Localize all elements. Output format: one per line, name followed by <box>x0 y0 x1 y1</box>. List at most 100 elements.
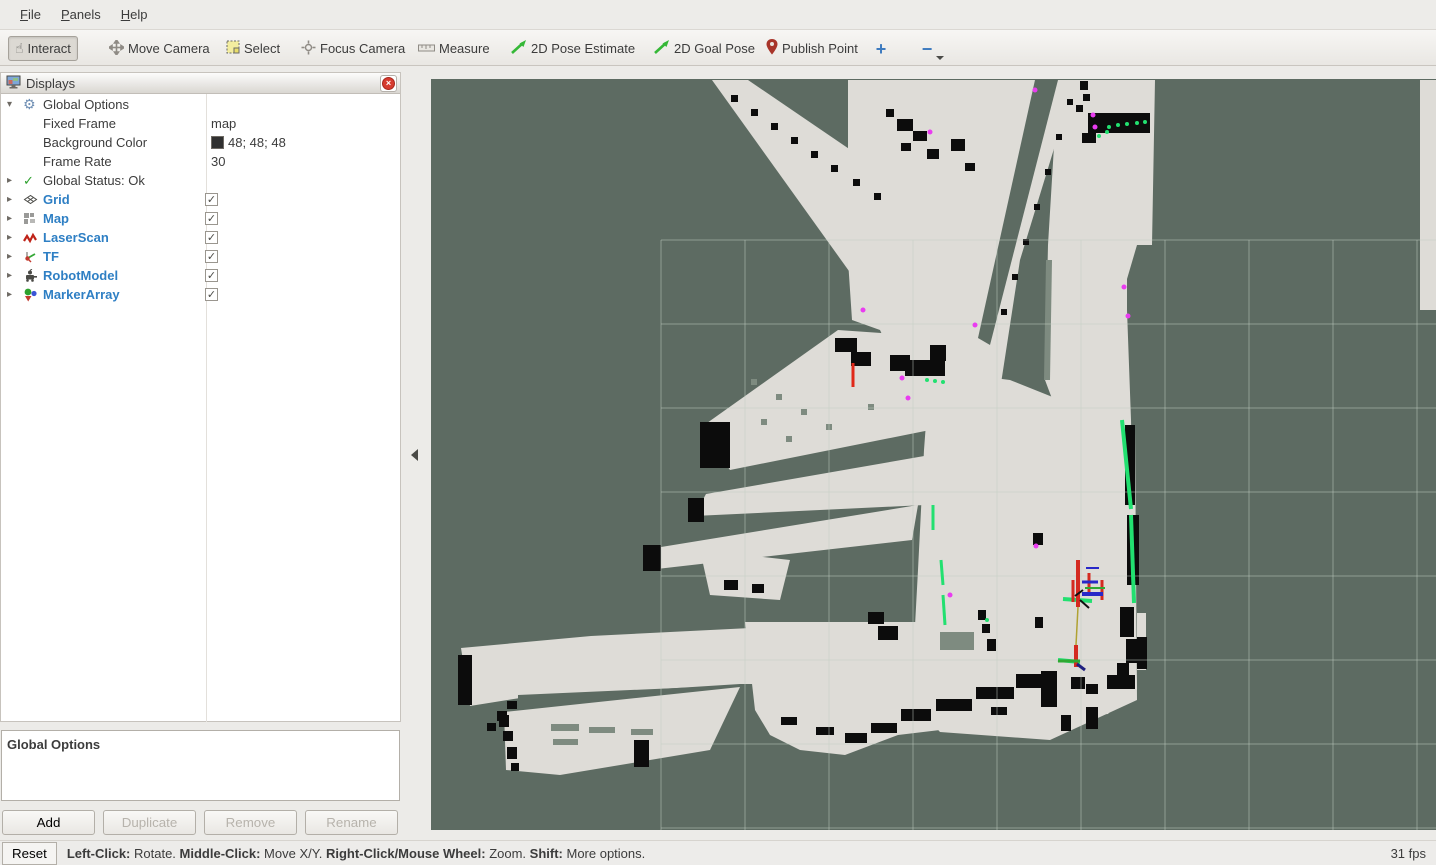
tree-row-frame-rate[interactable]: Frame Rate 30 <box>1 152 400 171</box>
status-bar: Reset Left-Click: Rotate. Middle-Click: … <box>0 840 1436 865</box>
close-icon: × <box>382 77 395 90</box>
tool-interact[interactable]: ☝ Interact <box>8 36 78 61</box>
tf-display-icon <box>23 249 39 264</box>
tool-focus-camera[interactable]: Focus Camera <box>295 36 411 61</box>
tool-publish-point[interactable]: Publish Point <box>760 36 864 61</box>
property-name: Fixed Frame <box>43 116 116 131</box>
panel-button-row: Add Duplicate Remove Rename <box>0 810 401 837</box>
remove-button[interactable]: Remove <box>204 810 297 835</box>
add-tool-button[interactable]: + <box>868 38 894 60</box>
tool-2d-pose-estimate[interactable]: 2D Pose Estimate <box>505 36 641 61</box>
mouse-hints: Left-Click: Rotate. Middle-Click: Move X… <box>67 846 645 861</box>
expand-arrow-icon[interactable]: ▸ <box>7 213 19 224</box>
background-color-swatch[interactable] <box>211 136 224 149</box>
minus-icon: − <box>922 39 933 60</box>
tree-row-laserscan[interactable]: ▸ LaserScan ✓ <box>1 228 400 247</box>
monitor-icon <box>6 75 21 92</box>
tool-move-camera[interactable]: Move Camera <box>103 36 216 61</box>
tree-row-tf[interactable]: ▸ TF ✓ <box>1 247 400 266</box>
display-name: MarkerArray <box>43 287 120 302</box>
tree-row-markerarray[interactable]: ▸ MarkerArray ✓ <box>1 285 400 304</box>
close-button[interactable]: × <box>380 75 397 92</box>
property-name: Frame Rate <box>43 154 112 169</box>
selection-description-box: Global Options <box>1 730 400 801</box>
frame-rate-value[interactable]: 30 <box>211 154 225 169</box>
displays-panel: Displays × ▾ ⚙ Global Options Fixed Fram… <box>0 72 401 722</box>
displays-tree: ▾ ⚙ Global Options Fixed Frame map Backg… <box>1 95 400 304</box>
tool-label: Move Camera <box>128 41 210 56</box>
tree-row-robotmodel[interactable]: ▸ RobotModel ✓ <box>1 266 400 285</box>
display-name: RobotModel <box>43 268 118 283</box>
gear-icon: ⚙ <box>23 97 39 112</box>
tree-row-fixed-frame[interactable]: Fixed Frame map <box>1 114 400 133</box>
display-name: Grid <box>43 192 70 207</box>
markerarray-display-icon <box>23 287 39 302</box>
display-name: LaserScan <box>43 230 109 245</box>
move-arrows-icon <box>109 40 124 58</box>
menu-bar: File Panels Help <box>0 0 1436 30</box>
plus-icon: + <box>876 39 887 60</box>
fps-counter: 31 fps <box>1391 846 1426 861</box>
robotmodel-checkbox[interactable]: ✓ <box>205 269 218 282</box>
green-arrow-icon <box>654 40 670 57</box>
tool-label: 2D Goal Pose <box>674 41 755 56</box>
expand-arrow-icon[interactable]: ▸ <box>7 289 19 300</box>
tree-row-global-status[interactable]: ▸ ✓ Global Status: Ok <box>1 171 400 190</box>
duplicate-button[interactable]: Duplicate <box>103 810 196 835</box>
toolbar: ☝ Interact Move Camera Select Focus Came… <box>0 30 1436 66</box>
tool-select[interactable]: Select <box>220 36 286 61</box>
render-view-svg <box>431 79 1436 830</box>
expand-arrow-icon[interactable]: ▸ <box>7 251 19 262</box>
grid-checkbox[interactable]: ✓ <box>205 193 218 206</box>
add-button[interactable]: Add <box>2 810 95 835</box>
splitter-collapse-icon[interactable] <box>411 449 418 461</box>
grid-display-icon <box>23 192 39 207</box>
tf-checkbox[interactable]: ✓ <box>205 250 218 263</box>
tool-label: Select <box>244 41 280 56</box>
selection-box-icon <box>226 40 240 57</box>
tree-row-grid[interactable]: ▸ Grid ✓ <box>1 190 400 209</box>
expand-arrow-icon[interactable]: ▸ <box>7 232 19 243</box>
expand-arrow-icon[interactable]: ▸ <box>7 270 19 281</box>
map-checkbox[interactable]: ✓ <box>205 212 218 225</box>
laserscan-checkbox[interactable]: ✓ <box>205 231 218 244</box>
display-name: Map <box>43 211 69 226</box>
map-pin-icon <box>766 39 778 58</box>
menu-panels[interactable]: Panels <box>51 3 111 26</box>
displays-panel-header[interactable]: Displays × <box>1 73 400 94</box>
hand-cursor-icon: ☝ <box>15 40 24 57</box>
background-color-value[interactable]: 48; 48; 48 <box>228 135 286 150</box>
displays-panel-title: Displays <box>26 76 75 91</box>
markerarray-checkbox[interactable]: ✓ <box>205 288 218 301</box>
tree-row-map[interactable]: ▸ Map ✓ <box>1 209 400 228</box>
tool-dropdown-caret-icon[interactable] <box>936 56 944 60</box>
tool-measure[interactable]: Measure <box>412 36 496 61</box>
selection-title: Global Options <box>7 737 100 752</box>
render-view[interactable] <box>431 79 1436 830</box>
tool-label: Interact <box>28 41 71 56</box>
fixed-frame-value[interactable]: map <box>211 116 236 131</box>
reset-button[interactable]: Reset <box>2 842 57 865</box>
tool-label: Publish Point <box>782 41 858 56</box>
property-name: Background Color <box>43 135 147 150</box>
rename-button[interactable]: Rename <box>305 810 398 835</box>
tool-label: Focus Camera <box>320 41 405 56</box>
global-status-label: Global Status: Ok <box>43 173 145 188</box>
tool-label: Measure <box>439 41 490 56</box>
menu-file[interactable]: File <box>10 3 51 26</box>
tree-row-background-color[interactable]: Background Color 48; 48; 48 <box>1 133 400 152</box>
green-arrow-icon <box>511 40 527 57</box>
expand-arrow-icon[interactable]: ▾ <box>7 99 19 110</box>
ruler-icon <box>418 41 435 56</box>
global-options-label: Global Options <box>43 97 129 112</box>
robotmodel-display-icon <box>23 268 39 283</box>
focus-crosshair-icon <box>301 40 316 58</box>
tool-label: 2D Pose Estimate <box>531 41 635 56</box>
tree-row-global-options[interactable]: ▾ ⚙ Global Options <box>1 95 400 114</box>
laserscan-display-icon <box>23 230 39 245</box>
expand-arrow-icon[interactable]: ▸ <box>7 194 19 205</box>
tool-2d-goal-pose[interactable]: 2D Goal Pose <box>648 36 761 61</box>
menu-help[interactable]: Help <box>111 3 158 26</box>
map-display-icon <box>23 211 39 226</box>
expand-arrow-icon[interactable]: ▸ <box>7 175 19 186</box>
